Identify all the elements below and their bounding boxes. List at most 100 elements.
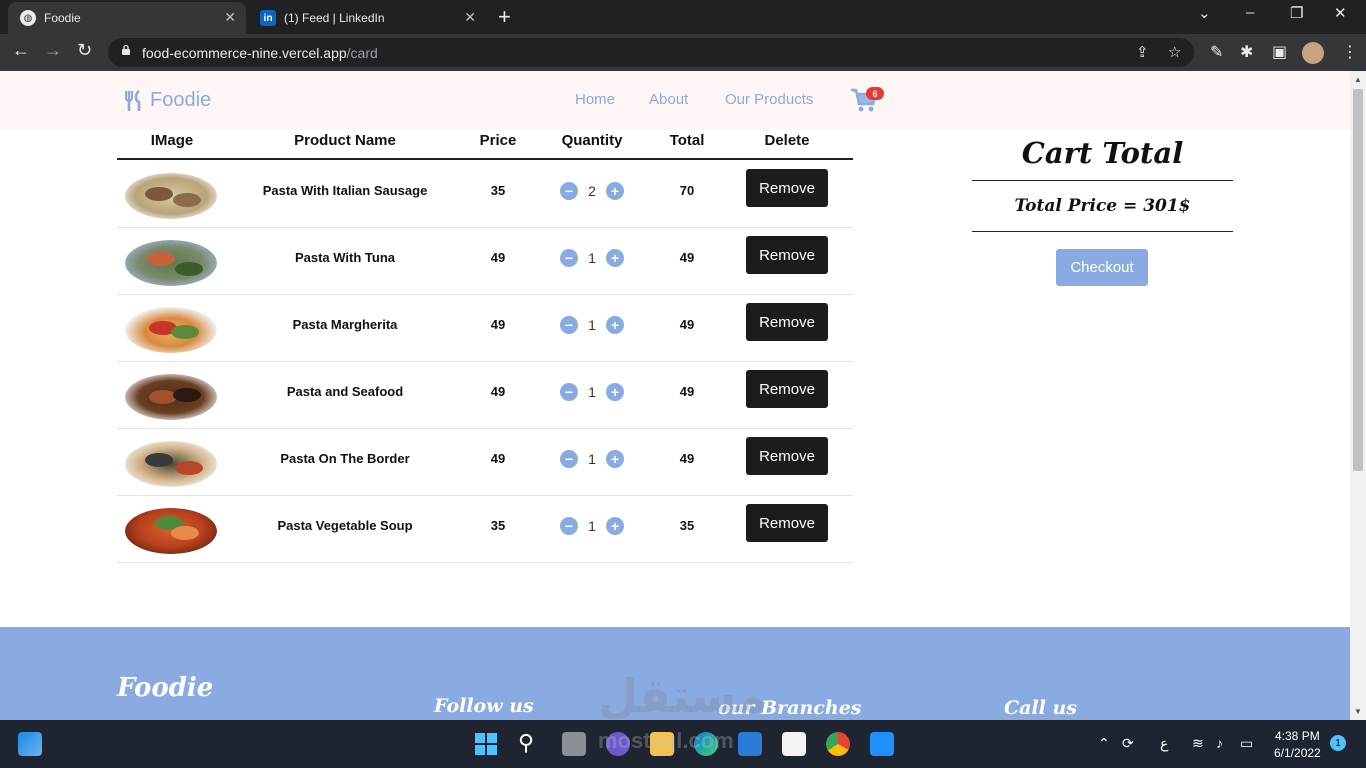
bookmark-star-icon[interactable]: ☆	[1168, 43, 1181, 61]
share-icon[interactable]: ⇪	[1136, 43, 1149, 61]
globe-icon: ◍	[20, 10, 36, 26]
checkout-button[interactable]: Checkout	[1056, 249, 1148, 286]
close-icon[interactable]: ✕	[224, 9, 236, 26]
store-icon[interactable]	[782, 732, 806, 756]
clock-time: 4:38 PM	[1275, 729, 1320, 743]
nav-link-our-products[interactable]: Our Products	[725, 91, 813, 108]
increase-button[interactable]: +	[606, 383, 624, 401]
product-image	[125, 441, 217, 487]
new-tab-button[interactable]: +	[498, 4, 511, 30]
tab-linkedin[interactable]: in (1) Feed | LinkedIn ✕	[248, 2, 486, 34]
increase-button[interactable]: +	[606, 316, 624, 334]
product-total: 70	[679, 183, 695, 198]
browser-tabbar: ◍ Foodie ✕ in (1) Feed | LinkedIn ✕ + ⌄ …	[0, 0, 1366, 34]
increase-button[interactable]: +	[606, 182, 624, 200]
url-text: food-ecommerce-nine.vercel.app/card	[142, 45, 378, 61]
battery-icon[interactable]: ▭	[1240, 735, 1253, 752]
vscode-icon[interactable]	[870, 732, 894, 756]
side-panel-icon[interactable]: ▣	[1272, 42, 1287, 62]
product-name: Pasta Vegetable Soup	[277, 518, 413, 533]
extension-pen-icon[interactable]: ✎	[1210, 42, 1223, 62]
os-taskbar: ⚲ mostaql.com ⌃ ⟳ ع ≋ ♪ ▭ 4:38 PM 6/1/20…	[0, 720, 1366, 768]
nav-link-about[interactable]: About	[649, 91, 688, 108]
product-image	[125, 374, 217, 420]
reload-icon[interactable]: ↻	[77, 40, 92, 61]
language-indicator[interactable]: ع	[1160, 735, 1168, 752]
product-image	[125, 307, 217, 353]
cart-summary: Cart Total Total Price = 301$ Checkout	[972, 130, 1233, 286]
sync-icon[interactable]: ⟳	[1122, 735, 1134, 752]
site-footer: Foodie Follow us our Branches Call us مس…	[0, 627, 1350, 720]
system-clock[interactable]: 4:38 PM 6/1/2022	[1274, 728, 1321, 762]
product-image	[125, 173, 217, 219]
product-name: Pasta With Tuna	[294, 250, 396, 265]
page-scrollbar[interactable]: ▲ ▼	[1350, 71, 1366, 720]
scroll-thumb[interactable]	[1353, 89, 1363, 471]
decrease-button[interactable]: −	[560, 517, 578, 535]
brand-name: Foodie	[150, 89, 212, 111]
watermark-arabic: مستقل	[598, 670, 767, 720]
increase-button[interactable]: +	[606, 249, 624, 267]
cart-total-title: Cart Total	[972, 130, 1233, 181]
chrome-icon[interactable]	[826, 732, 850, 756]
close-window-button[interactable]: ✕	[1334, 4, 1347, 22]
quantity-stepper: − 1 +	[560, 450, 624, 468]
quantity-value: 1	[588, 451, 596, 467]
remove-button[interactable]: Remove	[746, 370, 828, 408]
quantity-stepper: − 1 +	[560, 517, 624, 535]
minimize-button[interactable]: –	[1246, 4, 1254, 21]
decrease-button[interactable]: −	[560, 249, 578, 267]
forward-arrow-icon[interactable]: →	[44, 40, 62, 61]
remove-button[interactable]: Remove	[746, 303, 828, 341]
product-price: 49	[490, 384, 506, 399]
menu-dots-icon[interactable]: ⋮	[1342, 42, 1358, 62]
product-total: 49	[679, 250, 695, 265]
utensils-icon	[125, 89, 141, 111]
quantity-value: 1	[588, 317, 596, 333]
notification-badge[interactable]: 1	[1330, 735, 1346, 751]
remove-button[interactable]: Remove	[746, 437, 828, 475]
decrease-button[interactable]: −	[560, 182, 578, 200]
linkedin-icon: in	[260, 10, 276, 26]
restore-button[interactable]: ❐	[1290, 4, 1303, 22]
volume-icon[interactable]: ♪	[1216, 735, 1223, 751]
footer-call-us: Call us	[1004, 697, 1077, 719]
product-price: 49	[490, 317, 506, 332]
scroll-up-icon[interactable]: ▲	[1354, 75, 1362, 84]
nav-link-home[interactable]: Home	[575, 91, 615, 108]
quantity-stepper: − 1 +	[560, 383, 624, 401]
table-row: Pasta Vegetable Soup 35 − 1 + 35 Remove	[117, 496, 853, 563]
watermark-latin: mostaql.com	[598, 728, 734, 753]
address-bar[interactable]: food-ecommerce-nine.vercel.app/card ⇪ ☆	[108, 38, 1194, 67]
tab-foodie[interactable]: ◍ Foodie ✕	[8, 2, 246, 34]
remove-button[interactable]: Remove	[746, 504, 828, 542]
back-arrow-icon[interactable]: ←	[12, 40, 30, 61]
brand-logo[interactable]: Foodie	[124, 89, 211, 112]
footer-brand: Foodie	[117, 673, 214, 703]
tab-search-icon[interactable]: ⌄	[1198, 4, 1211, 22]
increase-button[interactable]: +	[606, 517, 624, 535]
task-view-icon[interactable]	[562, 732, 586, 756]
decrease-button[interactable]: −	[560, 383, 578, 401]
decrease-button[interactable]: −	[560, 450, 578, 468]
scroll-down-icon[interactable]: ▼	[1354, 707, 1362, 716]
quantity-stepper: − 1 +	[560, 249, 624, 267]
remove-button[interactable]: Remove	[746, 169, 828, 207]
tab-title: Foodie	[44, 11, 81, 25]
product-image	[125, 508, 217, 554]
windows-start-icon[interactable]	[474, 732, 498, 756]
quantity-value: 1	[588, 250, 596, 266]
chevron-up-icon[interactable]: ⌃	[1098, 735, 1110, 752]
puzzle-icon[interactable]: ✱	[1240, 42, 1253, 62]
decrease-button[interactable]: −	[560, 316, 578, 334]
avatar[interactable]	[1302, 42, 1324, 64]
search-icon[interactable]: ⚲	[518, 730, 534, 756]
mail-icon[interactable]	[738, 732, 762, 756]
increase-button[interactable]: +	[606, 450, 624, 468]
close-icon[interactable]: ✕	[464, 9, 476, 26]
product-total: 49	[679, 317, 695, 332]
widgets-icon[interactable]	[18, 732, 42, 756]
remove-button[interactable]: Remove	[746, 236, 828, 274]
wifi-icon[interactable]: ≋	[1192, 735, 1204, 752]
clock-date: 6/1/2022	[1274, 746, 1321, 760]
